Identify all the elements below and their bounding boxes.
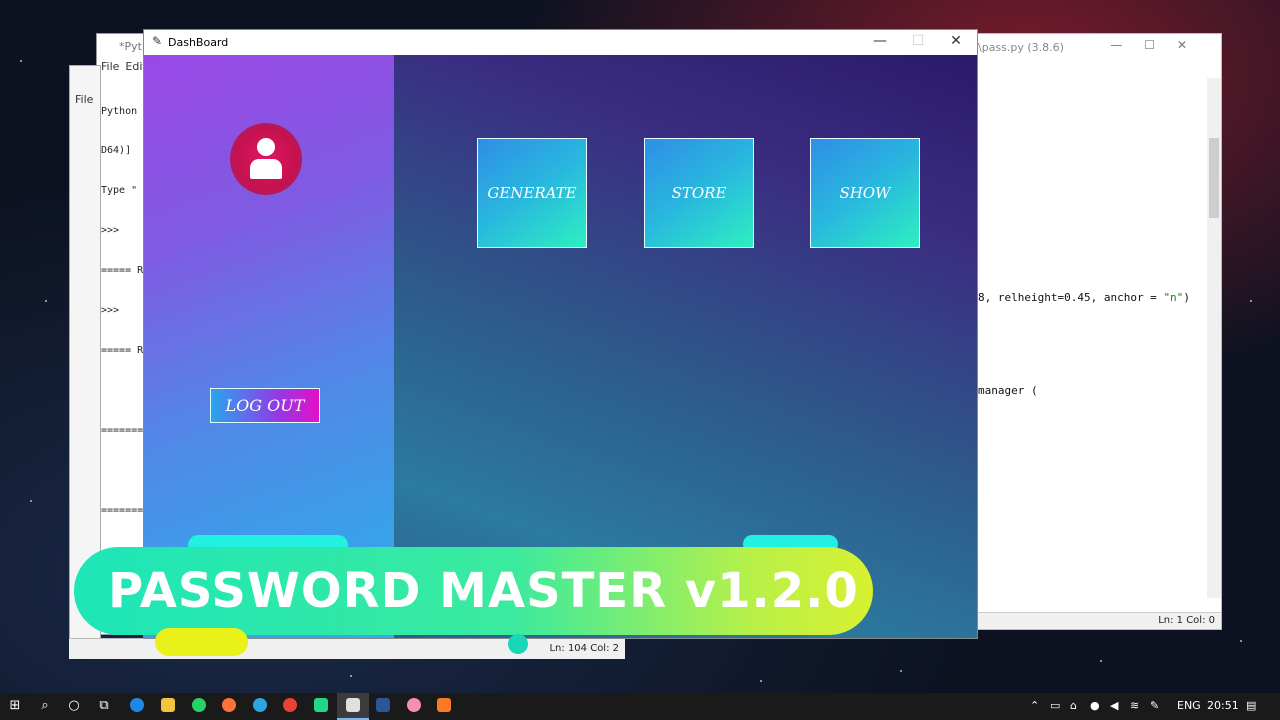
word-icon[interactable] bbox=[376, 698, 390, 712]
user-icon bbox=[257, 138, 275, 156]
code-text: 8, relheight=0.45, anchor = bbox=[978, 291, 1164, 304]
pycharm-icon[interactable] bbox=[314, 698, 328, 712]
microphone-icon[interactable]: ● bbox=[1090, 699, 1100, 712]
code-string: "n" bbox=[1163, 291, 1184, 304]
editor-window-controls[interactable]: —☐✕ bbox=[1110, 38, 1209, 52]
editor-titlebar: \pass.py (3.8.6) —☐✕ bbox=[976, 34, 1221, 58]
maximize-button[interactable]: ☐ bbox=[903, 33, 933, 49]
notification-icon[interactable]: ▤ bbox=[1246, 699, 1256, 712]
star bbox=[20, 60, 22, 62]
left-status-bar: Ln: 104 Col: 2 bbox=[69, 638, 625, 659]
user-icon-body bbox=[250, 159, 282, 179]
star bbox=[900, 670, 902, 672]
dashboard-titlebar[interactable]: ✎ DashBoard — ☐ ✕ bbox=[144, 30, 977, 55]
minimize-button[interactable]: — bbox=[865, 33, 895, 49]
whatsapp-icon[interactable] bbox=[192, 698, 206, 712]
editor-status-bar: Ln: 1 Col: 0 bbox=[976, 612, 1221, 629]
battery-icon[interactable]: ▭ bbox=[1050, 699, 1060, 712]
language-indicator[interactable]: ENG bbox=[1177, 699, 1201, 712]
windows-icon[interactable]: ⊞ bbox=[6, 697, 24, 715]
store-button[interactable]: STORE bbox=[644, 138, 754, 248]
menu-file[interactable]: File bbox=[75, 93, 93, 106]
editor-window: \pass.py (3.8.6) —☐✕ 8, relheight=0.45, … bbox=[975, 33, 1222, 630]
editor-scrollbar[interactable] bbox=[1207, 78, 1221, 598]
star bbox=[30, 500, 32, 502]
show-hidden-icons[interactable]: ⌃ bbox=[1030, 699, 1039, 712]
shell-menu-file[interactable]: File bbox=[101, 60, 119, 73]
task-view-icon[interactable]: ⧉ bbox=[95, 697, 113, 715]
close-button[interactable]: ✕ bbox=[941, 33, 971, 49]
code-text: ) bbox=[1183, 291, 1190, 304]
cursor-position: Ln: 104 Col: 2 bbox=[549, 643, 619, 654]
cortana-icon[interactable]: ○ bbox=[65, 697, 83, 715]
window-title: DashBoard bbox=[168, 36, 229, 49]
decorative-pill bbox=[155, 628, 248, 656]
logout-button[interactable]: LOG OUT bbox=[210, 388, 320, 423]
generate-button[interactable]: GENERATE bbox=[477, 138, 587, 248]
star bbox=[1240, 640, 1242, 642]
banner-title: PASSWORD MASTER v1.2.0 bbox=[108, 563, 859, 619]
network-icon[interactable]: ⌂ bbox=[1070, 699, 1077, 712]
star bbox=[350, 675, 352, 677]
pen-icon[interactable]: ✎ bbox=[1150, 699, 1159, 712]
star bbox=[1250, 300, 1252, 302]
clock[interactable]: 20:51 bbox=[1207, 699, 1239, 712]
star bbox=[760, 680, 762, 682]
star bbox=[1100, 660, 1102, 662]
chrome-icon[interactable] bbox=[283, 698, 297, 712]
file-explorer-icon[interactable] bbox=[161, 698, 175, 712]
editor-title: \pass.py (3.8.6) bbox=[978, 41, 1064, 54]
scrollbar-thumb[interactable] bbox=[1209, 138, 1219, 218]
idle-icon[interactable] bbox=[346, 698, 360, 712]
taskbar: ⊞ ⌕ ○ ⧉ ⌃ ▭ ⌂ ● ◀ ≋ ✎ ENG 20:51 ▤ bbox=[0, 693, 1280, 720]
volume-icon[interactable]: ◀ bbox=[1110, 699, 1118, 712]
title-banner: PASSWORD MASTER v1.2.0 bbox=[74, 547, 873, 635]
decorative-dot bbox=[508, 634, 528, 654]
star bbox=[45, 300, 47, 302]
xampp-icon[interactable] bbox=[437, 698, 451, 712]
edge-icon[interactable] bbox=[130, 698, 144, 712]
feather-icon: ✎ bbox=[152, 34, 163, 48]
paint-icon[interactable] bbox=[407, 698, 421, 712]
firefox-icon[interactable] bbox=[222, 698, 236, 712]
telegram-icon[interactable] bbox=[253, 698, 267, 712]
avatar bbox=[230, 123, 302, 195]
search-icon[interactable]: ⌕ bbox=[36, 697, 54, 715]
code-line: 8, relheight=0.45, anchor = "n") bbox=[978, 291, 1190, 304]
editor-cursor-position: Ln: 1 Col: 0 bbox=[1158, 615, 1215, 626]
show-button[interactable]: SHOW bbox=[810, 138, 920, 248]
wifi-icon[interactable]: ≋ bbox=[1130, 699, 1139, 712]
code-line: manager ( bbox=[978, 384, 1038, 397]
